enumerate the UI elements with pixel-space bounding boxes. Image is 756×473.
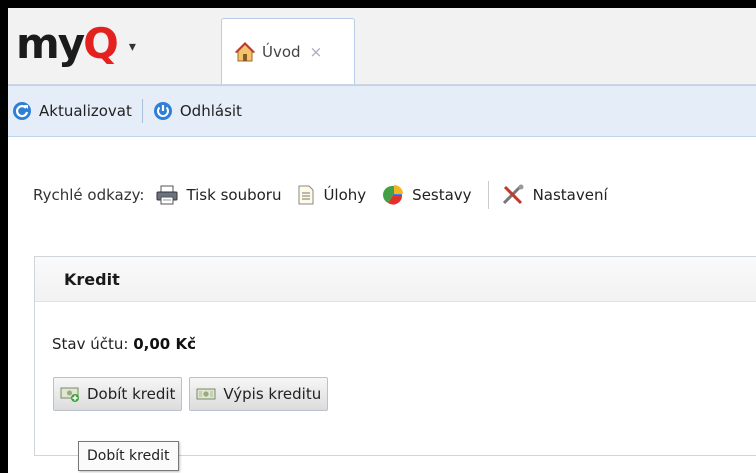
quick-links-divider: [487, 181, 489, 209]
close-icon[interactable]: ×: [310, 43, 323, 61]
quick-links-label: Rychlé odkazy:: [33, 186, 145, 204]
logout-button[interactable]: Odhlásit: [149, 101, 246, 121]
button-label: Výpis kreditu: [223, 385, 322, 403]
power-icon: [153, 102, 172, 120]
quick-link-settings[interactable]: Nastavení: [501, 184, 608, 206]
button-label: Dobít kredit: [87, 385, 176, 403]
tab-label: Úvod: [262, 42, 301, 61]
home-icon: [234, 41, 256, 61]
logo: myQ: [16, 19, 119, 68]
toolbar-divider: [141, 99, 143, 123]
credit-actions: Dobít kredit Výpis kreditu: [53, 377, 335, 411]
credit-panel: Kredit Stav účtu: 0,00 Kč Dobít kredit V…: [34, 256, 756, 456]
document-icon: [298, 185, 314, 205]
quick-link-print-file[interactable]: Tisk souboru: [156, 185, 281, 205]
printer-icon: [156, 185, 178, 205]
money-icon: [196, 388, 216, 400]
quick-link-jobs[interactable]: Úlohy: [297, 185, 366, 205]
refresh-icon: [13, 102, 31, 120]
toolbar: Aktualizovat Odhlásit: [8, 85, 756, 137]
balance-label: Stav účtu:: [52, 335, 129, 353]
quick-link-label: Nastavení: [532, 186, 608, 204]
tab-home[interactable]: Úvod ×: [221, 18, 355, 84]
refresh-button[interactable]: Aktualizovat: [8, 101, 136, 121]
home-content: Rychlé odkazy: Tisk souboru Úlohy Sestav…: [8, 137, 756, 473]
logo-menu[interactable]: myQ ▾: [16, 22, 136, 66]
header: myQ ▾ Úvod ×: [8, 8, 756, 85]
recharge-credit-button[interactable]: Dobít kredit: [53, 377, 183, 411]
quick-link-label: Sestavy: [412, 186, 472, 204]
balance-value: 0,00 Kč: [133, 335, 196, 353]
refresh-label: Aktualizovat: [39, 102, 132, 120]
logout-label: Odhlásit: [179, 102, 242, 120]
tooltip: Dobít kredit: [78, 441, 179, 471]
app-window: myQ ▾ Úvod × Aktualizovat Odhlásit Rychl…: [8, 8, 756, 473]
quick-links: Rychlé odkazy: Tisk souboru Úlohy Sestav…: [33, 179, 624, 211]
quick-link-reports[interactable]: Sestavy: [382, 184, 472, 206]
panel-title: Kredit: [35, 257, 756, 302]
quick-link-label: Úlohy: [323, 186, 367, 204]
credit-statement-button[interactable]: Výpis kreditu: [189, 377, 329, 411]
account-balance: Stav účtu: 0,00 Kč: [52, 335, 196, 353]
tools-icon: [502, 184, 524, 205]
quick-link-label: Tisk souboru: [186, 186, 282, 204]
chevron-down-icon: ▾: [128, 39, 136, 55]
money-add-icon: [60, 387, 79, 402]
pie-chart-icon: [383, 185, 404, 205]
